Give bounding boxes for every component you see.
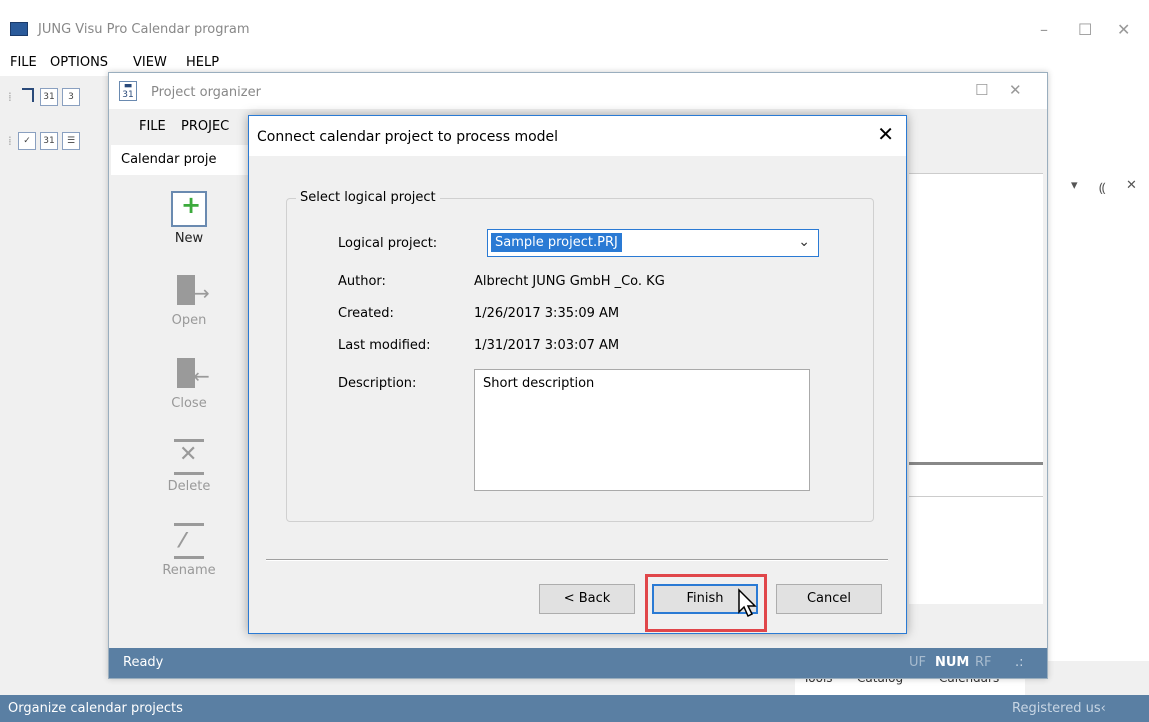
close-icon[interactable]: ✕ [1117, 20, 1130, 39]
created-label: Created: [338, 306, 394, 321]
dialog-close-icon[interactable]: ✕ [877, 122, 894, 146]
new-button[interactable]: + New [149, 191, 229, 246]
bottom-tabs: Tools Catalog Calendars [795, 677, 1025, 695]
chevron-down-icon: ⌄ [798, 234, 810, 250]
author-label: Author: [338, 274, 386, 289]
main-status-bar: Organize calendar projects Registered us… [0, 695, 1149, 722]
organizer-status-text: Ready [123, 655, 164, 670]
cancel-button[interactable]: Cancel [776, 584, 882, 614]
pin-icon[interactable]: ⸨ [1099, 178, 1106, 196]
pane-close-icon[interactable]: ✕ [1126, 178, 1137, 193]
app-title: JUNG Visu Pro Calendar program [38, 22, 250, 37]
dialog-separator [266, 559, 888, 561]
menu-help[interactable]: HELP [186, 55, 219, 70]
organizer-maximize-icon[interactable]: ☐ [975, 81, 988, 99]
organizer-menu-file[interactable]: FILE [139, 119, 166, 134]
main-status-text: Organize calendar projects [8, 701, 183, 716]
pane-dropdown-icon[interactable]: ▾ [1071, 178, 1078, 193]
open-icon: → [171, 273, 210, 309]
rename-icon: ⁄ [174, 523, 204, 559]
toolbar-grip-2: ⁞ [8, 134, 12, 148]
open-label: Open [171, 313, 207, 328]
cursor-icon [738, 588, 757, 618]
rename-button[interactable]: ⁄ Rename [149, 523, 229, 578]
new-icon: + [171, 191, 207, 227]
organizer-close-icon[interactable]: ✕ [1009, 81, 1022, 99]
maximize-icon[interactable]: ☐ [1078, 20, 1092, 39]
description-field[interactable]: Short description [474, 369, 810, 491]
organizer-menu-project[interactable]: PROJEC [181, 119, 229, 134]
calendar-day-icon[interactable]: 31 [40, 132, 58, 150]
new-label: New [174, 231, 204, 246]
description-label: Description: [338, 376, 417, 391]
last-modified-value: 1/31/2017 3:03:07 AM [474, 338, 620, 353]
menu-options[interactable]: OPTIONS [50, 55, 108, 70]
registered-user-text: Registered us‹ [1012, 701, 1106, 716]
schedule-icon[interactable]: ✓ [18, 132, 36, 150]
splitter[interactable] [909, 462, 1043, 465]
logical-project-select[interactable]: Sample project.PRJ ⌄ [487, 229, 819, 257]
delete-button[interactable]: ✕ Delete [149, 439, 229, 494]
status-num: NUM [935, 655, 970, 670]
author-value: Albrecht JUNG GmbH _Co. KG [474, 274, 665, 289]
delete-icon: ✕ [174, 439, 204, 475]
last-modified-label: Last modified: [338, 338, 431, 353]
new-icon[interactable] [22, 88, 34, 102]
rename-label: Rename [162, 563, 216, 578]
list-icon[interactable]: ☰ [62, 132, 80, 150]
calendar-icon[interactable]: 31 [40, 88, 58, 106]
calendar-week-icon[interactable]: 3 [62, 88, 80, 106]
created-value: 1/26/2017 3:35:09 AM [474, 306, 620, 321]
status-uf: UF [909, 655, 926, 670]
organizer-status-bar: Ready UF NUM RF .: [109, 648, 1047, 678]
organizer-content-area [909, 173, 1043, 604]
grid-header-line [909, 496, 1043, 497]
logical-project-value: Sample project.PRJ [491, 233, 622, 252]
open-button[interactable]: → Open [149, 273, 229, 328]
status-rf: RF [975, 655, 992, 670]
back-button[interactable]: < Back [539, 584, 635, 614]
connect-dialog: Connect calendar project to process mode… [248, 115, 907, 634]
group-title: Select logical project [296, 190, 440, 205]
close-project-label: Close [171, 396, 207, 411]
minimize-icon[interactable]: – [1040, 20, 1048, 39]
toolbar-grip: ⁞ [8, 90, 12, 104]
description-value: Short description [483, 376, 595, 391]
dialog-title: Connect calendar project to process mode… [257, 129, 559, 145]
delete-label: Delete [167, 479, 211, 494]
main-toolbar: ⁞ 31 3 ⁞ ✓ 31 ☰ [0, 76, 110, 156]
organizer-title: Project organizer [151, 85, 261, 100]
close-project-icon: ← [171, 356, 210, 392]
menu-file[interactable]: FILE [10, 55, 37, 70]
organizer-calendar-icon: ▬ 31 [119, 81, 137, 101]
tab-calendar-projects[interactable]: Calendar proje [111, 145, 249, 175]
app-icon [10, 22, 28, 36]
logical-project-label: Logical project: [338, 236, 438, 251]
close-project-button[interactable]: ← Close [149, 356, 229, 411]
menu-view[interactable]: VIEW [133, 55, 167, 70]
resize-grip[interactable]: .: [1015, 655, 1024, 670]
